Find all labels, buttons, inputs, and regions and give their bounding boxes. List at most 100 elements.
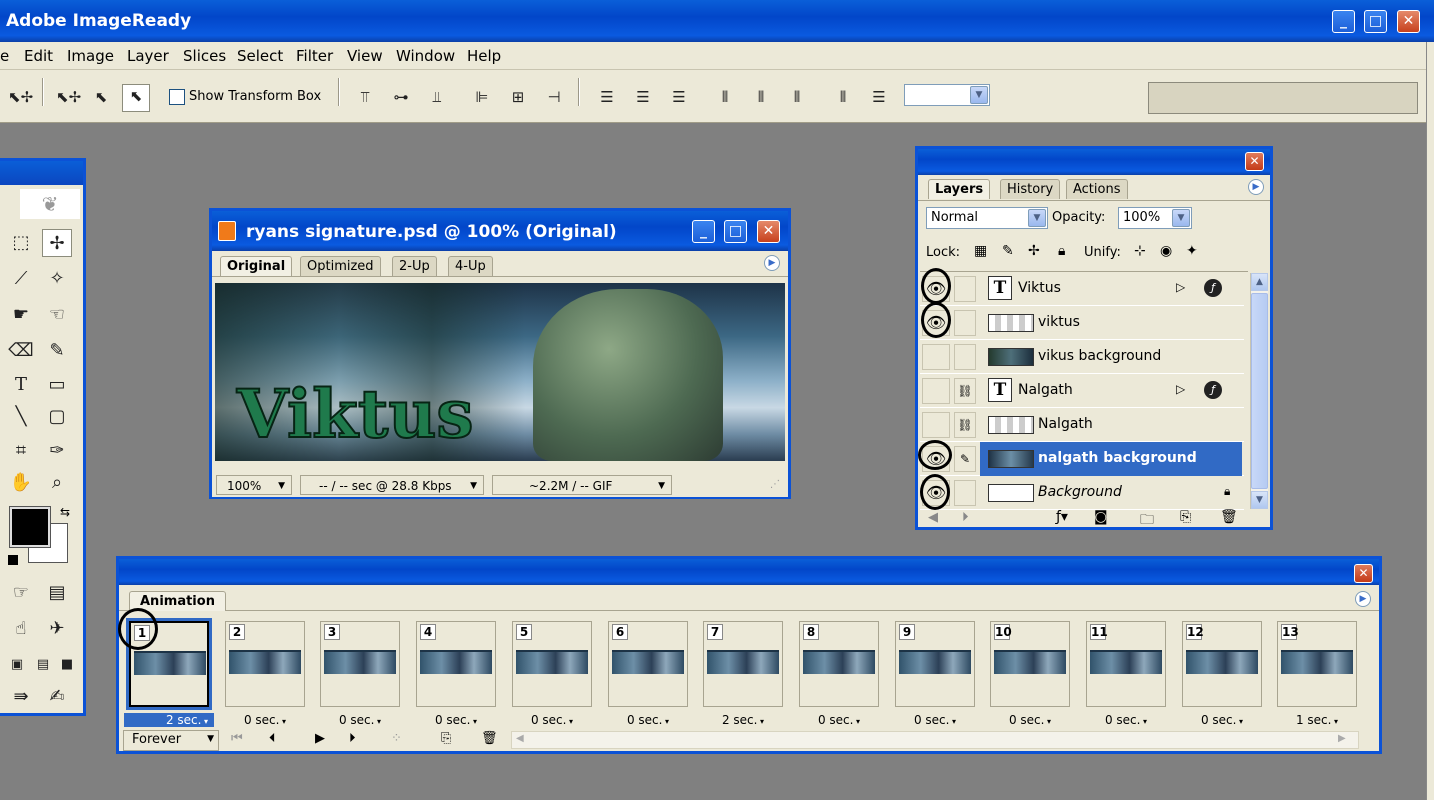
eyedropper-tool-icon[interactable]: ✑: [42, 437, 72, 465]
rounded-rect-tool-icon[interactable]: ▢: [42, 403, 72, 431]
frames-scrollbar[interactable]: ◀ ▶: [511, 731, 1359, 749]
expand-effects-icon[interactable]: ▷: [1176, 382, 1185, 396]
add-mask-icon[interactable]: ◙: [1094, 509, 1108, 525]
doc-close-button[interactable]: ✕: [757, 220, 780, 243]
animation-frame[interactable]: 12: [1182, 621, 1262, 707]
rollover-preview-icon[interactable]: ☝: [6, 615, 36, 643]
type-tool-icon[interactable]: T: [6, 371, 36, 399]
animation-frame[interactable]: 8: [799, 621, 879, 707]
frame-delay-dropdown[interactable]: 0 sec. ▾: [1081, 713, 1171, 727]
duplicate-frame-icon[interactable]: ⎘: [441, 731, 451, 746]
scroll-right-icon[interactable]: ▶: [1338, 733, 1346, 744]
line-tool-icon[interactable]: ╲: [6, 403, 36, 431]
new-set-icon[interactable]: 🗀︎: [1140, 509, 1154, 533]
pencil-tool-icon[interactable]: ✎: [42, 337, 72, 365]
frame-delay-dropdown[interactable]: 0 sec. ▾: [890, 713, 980, 727]
unify-visibility-icon[interactable]: ◉: [1160, 243, 1172, 259]
direct-select-tool-icon[interactable]: ⬉: [122, 84, 150, 112]
arrow-tool-icon[interactable]: ⬉: [90, 86, 112, 108]
menu-select[interactable]: Select: [237, 47, 283, 65]
move-tool-preset-icon[interactable]: ⬉✢: [8, 86, 33, 108]
toggle-image-map-icon[interactable]: ▤: [42, 579, 72, 607]
menu-layer[interactable]: Layer: [127, 47, 169, 65]
animation-frame[interactable]: 3: [320, 621, 400, 707]
foreground-color-swatch[interactable]: [9, 506, 51, 548]
tween-icon[interactable]: ⁘: [391, 731, 402, 746]
menu-edit[interactable]: Edit: [24, 47, 53, 65]
distribute-spacing-icon[interactable]: ⫴: [832, 86, 854, 108]
layers-menu-icon[interactable]: ▶: [1248, 179, 1264, 195]
menu-view[interactable]: View: [347, 47, 383, 65]
doc-maximize-button[interactable]: □: [724, 220, 747, 243]
layer-row[interactable]: ⛓︎ Nalgath: [920, 408, 1244, 442]
distribute-top-icon[interactable]: ☰: [596, 86, 618, 108]
frame-delay-dropdown[interactable]: 0 sec. ▾: [315, 713, 405, 727]
next-frame-icon[interactable]: ⏵: [349, 731, 356, 746]
menu-window[interactable]: Window: [396, 47, 455, 65]
frame-delay-dropdown[interactable]: 2 sec. ▾: [698, 713, 788, 727]
move-tool-icon[interactable]: ✢: [42, 229, 72, 257]
document-canvas[interactable]: Viktus: [215, 283, 785, 461]
slice-select-tool-icon[interactable]: ☜: [42, 301, 72, 329]
add-layer-style-icon[interactable]: ƒ▾: [1056, 509, 1068, 525]
magic-wand-tool-icon[interactable]: ✧: [42, 265, 72, 293]
visibility-eye-slot[interactable]: [922, 412, 950, 438]
unify-position-icon[interactable]: ⊹: [1134, 243, 1146, 259]
lock-transparency-icon[interactable]: ▦: [974, 243, 987, 259]
menu-slices[interactable]: Slices: [183, 47, 226, 65]
layer-name-cell[interactable]: nalgath background: [980, 442, 1242, 476]
delete-frame-icon[interactable]: 🗑︎: [481, 731, 498, 746]
align-hcenter-icon[interactable]: ⊞: [507, 86, 529, 108]
default-colors-icon[interactable]: [8, 555, 18, 565]
marquee-tool-icon[interactable]: ⬚: [6, 229, 36, 257]
animation-frame[interactable]: 10: [990, 621, 1070, 707]
tab-optimized[interactable]: Optimized: [300, 256, 381, 276]
expand-effects-icon[interactable]: ▷: [1176, 280, 1185, 294]
animation-frame[interactable]: 2: [225, 621, 305, 707]
animation-frame[interactable]: 4: [416, 621, 496, 707]
menu-file[interactable]: e: [0, 47, 9, 65]
eraser-tool-icon[interactable]: ⌫: [6, 337, 36, 365]
layer-name-cell[interactable]: vikus background: [980, 340, 1242, 374]
frame-delay-dropdown[interactable]: 0 sec. ▾: [1177, 713, 1267, 727]
frame-delay-dropdown[interactable]: 2 sec. ▾: [124, 713, 214, 727]
palette-well[interactable]: [1148, 82, 1418, 114]
frame-delay-dropdown[interactable]: 0 sec. ▾: [603, 713, 693, 727]
layer-row[interactable]: ⛓︎ T Nalgath ▷ ƒ: [920, 374, 1244, 408]
tab-actions[interactable]: Actions: [1066, 179, 1128, 199]
menu-image[interactable]: Image: [67, 47, 114, 65]
zoom-tool-icon[interactable]: ⌕: [42, 469, 72, 497]
layer-row[interactable]: vikus background: [920, 340, 1244, 374]
layers-scrollbar[interactable]: ▲ ▼: [1250, 273, 1268, 509]
distribute-left-icon[interactable]: ⫴: [714, 86, 736, 108]
visibility-eye-slot[interactable]: [922, 378, 950, 404]
preview-in-browser-icon[interactable]: ✈: [42, 615, 72, 643]
play-icon[interactable]: ▶: [315, 731, 325, 746]
animation-frame[interactable]: 9: [895, 621, 975, 707]
tab-2up[interactable]: 2-Up: [392, 256, 437, 276]
link-chain-icon[interactable]: ⛓︎: [954, 378, 976, 404]
layer-select-tool-icon[interactable]: ⬉✢: [56, 86, 81, 108]
minimize-button[interactable]: _: [1332, 10, 1355, 33]
crop-tool-icon[interactable]: ⌗: [6, 437, 36, 465]
animation-frame[interactable]: 11: [1086, 621, 1166, 707]
layer-row[interactable]: 👁︎ viktus: [920, 306, 1244, 340]
zoom-dropdown[interactable]: 100% ▼: [216, 475, 292, 495]
rectangle-tool-icon[interactable]: ▭: [42, 371, 72, 399]
tab-history[interactable]: History: [1000, 179, 1061, 199]
jump-to-photoshop-icon[interactable]: ⇛: [6, 683, 36, 711]
distribute-vcenter-icon[interactable]: ☰: [632, 86, 654, 108]
align-vcenter-icon[interactable]: ⊶: [390, 86, 412, 108]
align-bottom-icon[interactable]: ⫫: [426, 86, 448, 108]
visibility-eye-slot[interactable]: [922, 344, 950, 370]
link-slot[interactable]: [954, 310, 976, 336]
frame-delay-dropdown[interactable]: 0 sec. ▾: [507, 713, 597, 727]
frame-delay-dropdown[interactable]: 0 sec. ▾: [220, 713, 310, 727]
animation-frame[interactable]: 5: [512, 621, 592, 707]
distribute-right-icon[interactable]: ⫴: [786, 86, 808, 108]
image-map-tool-icon[interactable]: ☞: [6, 579, 36, 607]
loop-dropdown[interactable]: Forever ▼: [123, 730, 219, 751]
layer-name-cell[interactable]: T Viktus ▷ ƒ: [980, 272, 1242, 306]
first-frame-icon[interactable]: ⏮: [231, 731, 243, 746]
frame-delay-dropdown[interactable]: 0 sec. ▾: [411, 713, 501, 727]
